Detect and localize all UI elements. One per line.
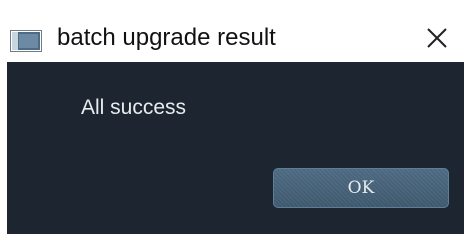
ok-button[interactable]: OK bbox=[273, 168, 449, 208]
title-bar[interactable]: batch upgrade result bbox=[0, 7, 464, 62]
dialog-content: All success OK bbox=[7, 62, 464, 234]
window-title: batch upgrade result bbox=[57, 24, 276, 51]
result-message: All success bbox=[81, 96, 187, 119]
window-app-icon bbox=[10, 30, 42, 52]
window-bottom-edge bbox=[7, 234, 464, 241]
close-button[interactable] bbox=[417, 20, 457, 56]
window-top-border bbox=[0, 0, 470, 2]
batch-upgrade-dialog: batch upgrade result All success OK bbox=[0, 0, 470, 241]
close-icon bbox=[427, 28, 447, 48]
